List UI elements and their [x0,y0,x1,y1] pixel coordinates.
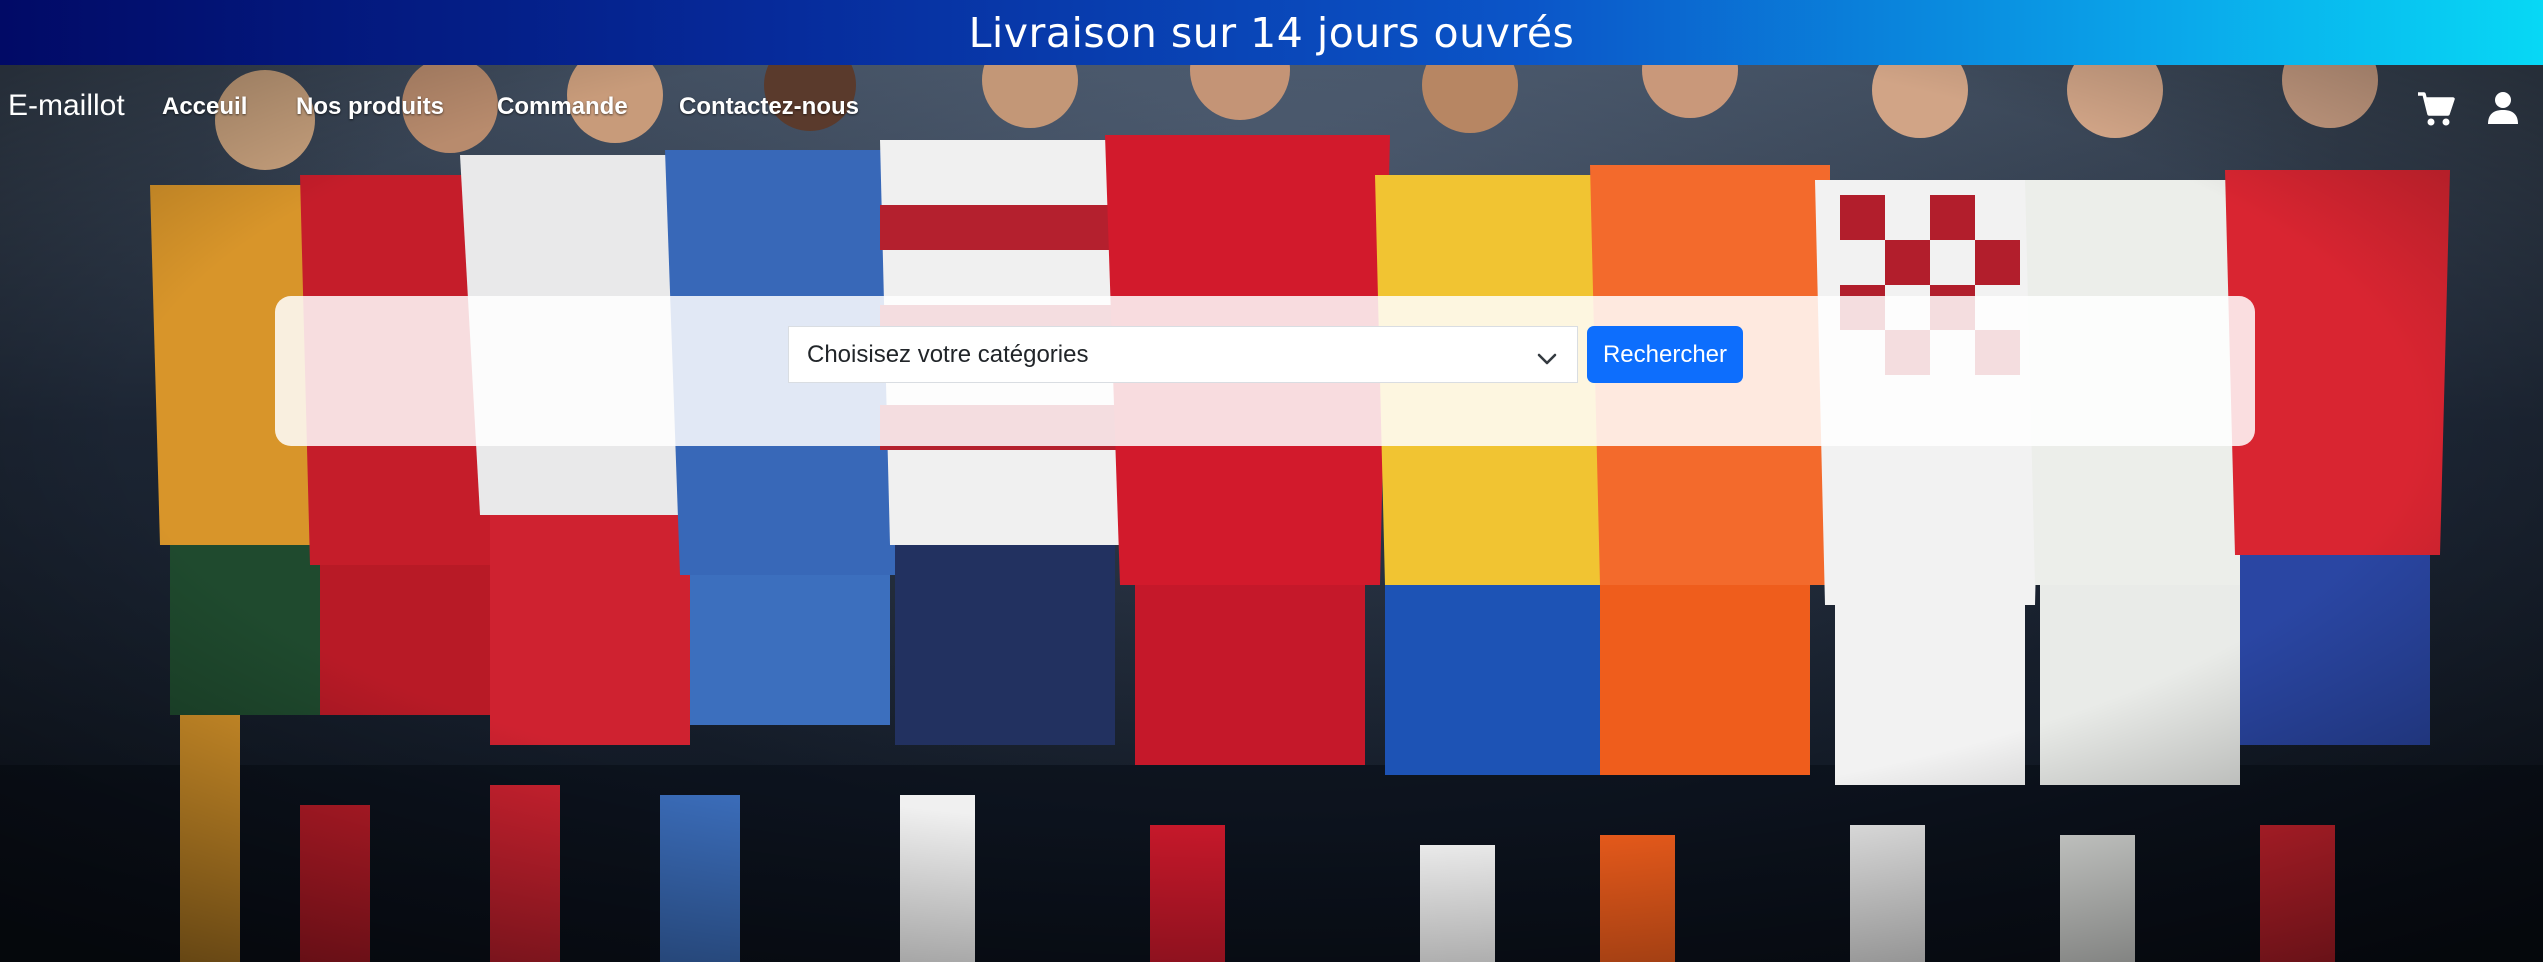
navbar: E-maillot Acceuil Nos produits Commande … [0,65,2543,155]
category-select-value: Choisisez votre catégories [807,340,1089,368]
cart-icon[interactable] [2417,91,2455,131]
page: Livraison sur 14 jours ouvrés E-maillot … [0,0,2543,962]
promo-banner: Livraison sur 14 jours ouvrés [0,0,2543,65]
nav-link-nos-produits[interactable]: Nos produits [296,93,444,121]
search-button[interactable]: Rechercher [1587,326,1743,383]
brand-link[interactable]: E-maillot [8,89,125,123]
hero-background-image [0,65,2543,962]
chevron-down-icon [1537,345,1557,373]
players-illustration [0,65,2543,962]
user-icon[interactable] [2487,91,2519,129]
nav-link-commande[interactable]: Commande [497,93,628,121]
nav-link-acceuil[interactable]: Acceuil [162,93,247,121]
promo-banner-text: Livraison sur 14 jours ouvrés [968,8,1575,57]
category-select[interactable]: Choisisez votre catégories [788,326,1578,383]
nav-link-contactez-nous[interactable]: Contactez-nous [679,93,859,121]
